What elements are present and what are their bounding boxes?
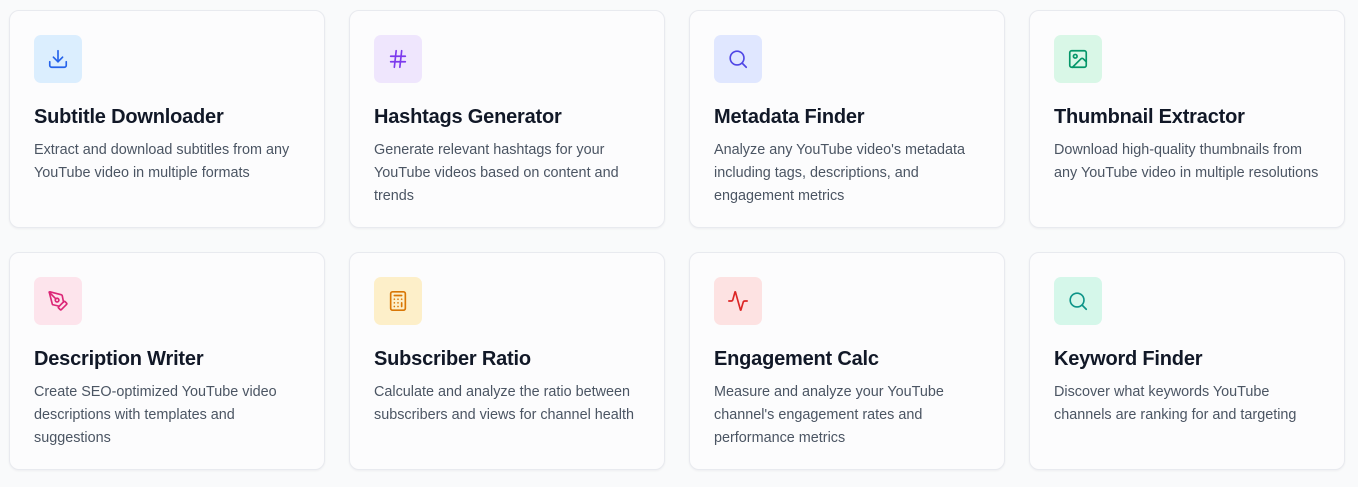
activity-icon bbox=[728, 290, 748, 312]
card-description: Create SEO-optimized YouTube video descr… bbox=[34, 384, 277, 446]
icon-badge bbox=[1054, 35, 1102, 83]
tool-card-metadata-finder[interactable]: Metadata Finder Analyze any YouTube vide… bbox=[689, 10, 1005, 228]
tool-card-subtitle-downloader[interactable]: Subtitle Downloader Extract and download… bbox=[9, 10, 325, 228]
card-description: Generate relevant hashtags for your YouT… bbox=[374, 142, 619, 204]
hash-icon bbox=[389, 49, 407, 69]
tool-card-thumbnail-extractor[interactable]: Thumbnail Extractor Download high-qualit… bbox=[1029, 10, 1345, 228]
card-description: Calculate and analyze the ratio between … bbox=[374, 384, 634, 423]
calculator-icon bbox=[389, 291, 407, 311]
card-description: Measure and analyze your YouTube channel… bbox=[714, 384, 944, 446]
card-description: Discover what keywords YouTube channels … bbox=[1054, 384, 1297, 423]
card-title: Hashtags Generator bbox=[374, 106, 562, 128]
card-title: Engagement Calc bbox=[714, 348, 879, 370]
search-icon bbox=[1069, 292, 1088, 311]
icon-badge bbox=[374, 35, 422, 83]
icon-badge bbox=[1054, 277, 1102, 325]
tool-card-subscriber-ratio[interactable]: Subscriber Ratio Calculate and analyze t… bbox=[349, 252, 665, 470]
card-description: Download high-quality thumbnails from an… bbox=[1054, 142, 1319, 181]
card-title: Subtitle Downloader bbox=[34, 106, 224, 128]
tool-card-engagement-calc[interactable]: Engagement Calc Measure and analyze your… bbox=[689, 252, 1005, 470]
icon-badge bbox=[714, 35, 762, 83]
image-icon bbox=[1068, 49, 1088, 69]
card-title: Thumbnail Extractor bbox=[1054, 106, 1245, 128]
icon-badge bbox=[714, 277, 762, 325]
tool-card-keyword-finder[interactable]: Keyword Finder Discover what keywords Yo… bbox=[1029, 252, 1345, 470]
tool-card-hashtags-generator[interactable]: Hashtags Generator Generate relevant has… bbox=[349, 10, 665, 228]
search-icon bbox=[729, 50, 748, 69]
icon-badge bbox=[374, 277, 422, 325]
download-icon bbox=[48, 49, 68, 69]
card-description: Analyze any YouTube video's metadata inc… bbox=[714, 142, 966, 204]
card-title: Metadata Finder bbox=[714, 106, 865, 128]
card-title: Subscriber Ratio bbox=[374, 348, 531, 370]
card-description: Extract and download subtitles from any … bbox=[34, 142, 290, 181]
icon-badge bbox=[34, 35, 82, 83]
icon-badge bbox=[34, 277, 82, 325]
tools-grid: Subtitle Downloader Extract and download… bbox=[9, 10, 1345, 470]
card-title: Description Writer bbox=[34, 348, 204, 370]
pen-tool-icon bbox=[48, 291, 68, 311]
tool-card-description-writer[interactable]: Description Writer Create SEO-optimized … bbox=[9, 252, 325, 470]
card-title: Keyword Finder bbox=[1054, 348, 1203, 370]
